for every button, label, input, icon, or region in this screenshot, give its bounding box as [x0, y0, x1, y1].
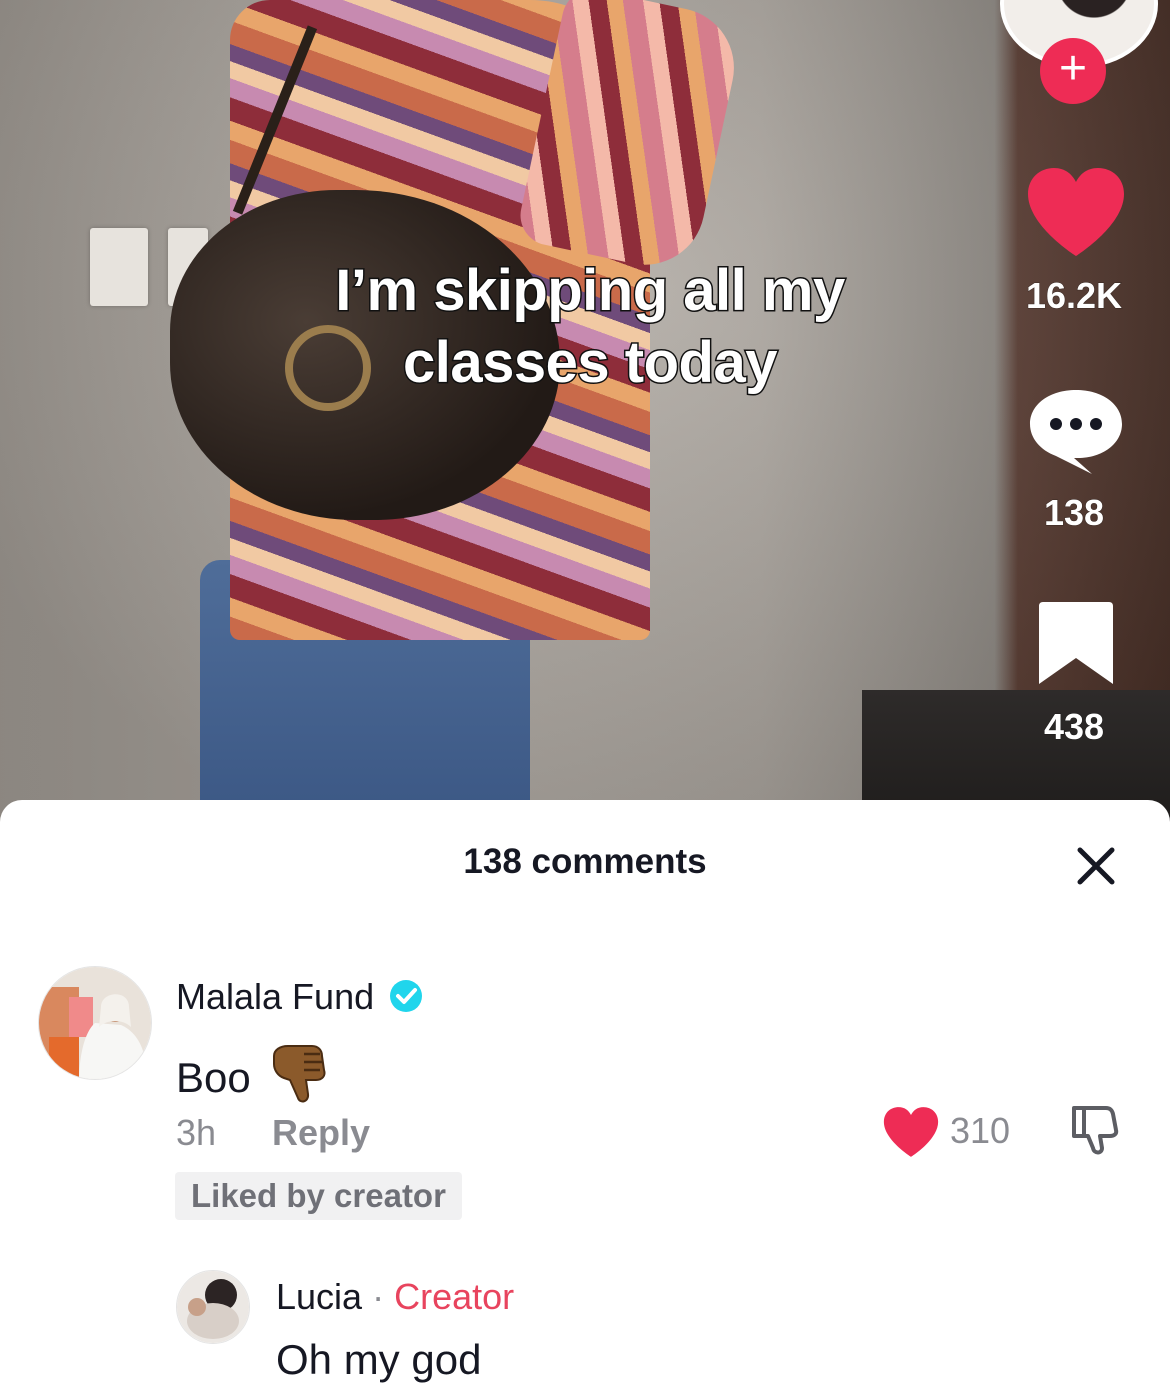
creator-tag: Creator	[394, 1276, 515, 1317]
reply-button[interactable]: Reply	[272, 1112, 370, 1154]
video-caption: I’m skipping all my classes today	[230, 255, 950, 399]
author-name: Malala Fund	[176, 976, 375, 1017]
wall-switch	[90, 228, 148, 306]
dislike-icon[interactable]	[1066, 1100, 1124, 1158]
reply-text: Oh my god	[276, 1336, 482, 1383]
comments-title: 138 comments	[463, 842, 707, 881]
comment-like-count: 310	[950, 1110, 1011, 1151]
comments-sheet: 138 comments Malala Fund Boo 3h Reply Li…	[0, 800, 1170, 1383]
caption-line: classes today	[402, 329, 779, 397]
verified-badge-icon	[390, 980, 423, 1012]
commenter-avatar[interactable]	[38, 966, 152, 1080]
reply-author[interactable]: Lucia · Creator	[276, 1276, 514, 1318]
comment-body: Boo	[176, 1054, 251, 1101]
avatar-image	[39, 967, 151, 1079]
comment-author[interactable]: Malala Fund	[176, 976, 424, 1018]
creator-reply-avatar[interactable]	[176, 1270, 250, 1344]
video-player[interactable]: I’m skipping all my classes today	[0, 0, 1170, 830]
comment-like-heart-icon[interactable]	[882, 1106, 940, 1158]
thumbs-down-emoji-icon	[273, 1045, 326, 1103]
comment-icon[interactable]	[1026, 386, 1126, 476]
comment-count: 138	[1043, 492, 1105, 534]
comment-text: Boo	[176, 1042, 334, 1106]
follow-button[interactable]: +	[1040, 38, 1106, 104]
bookmark-icon[interactable]	[1037, 600, 1115, 686]
separator-dot: ·	[372, 1276, 385, 1317]
author-name: Lucia	[276, 1276, 363, 1317]
plus-icon: +	[1058, 42, 1088, 95]
save-count: 438	[1043, 706, 1105, 748]
caption-line: I’m skipping all my	[334, 257, 847, 325]
like-count: 16.2K	[1025, 275, 1123, 317]
heart-icon[interactable]	[1026, 166, 1126, 258]
liked-by-creator-badge: Liked by creator	[175, 1172, 462, 1220]
close-icon[interactable]	[1068, 838, 1124, 894]
comment-time: 3h	[176, 1112, 217, 1153]
avatar-image	[177, 1271, 249, 1343]
